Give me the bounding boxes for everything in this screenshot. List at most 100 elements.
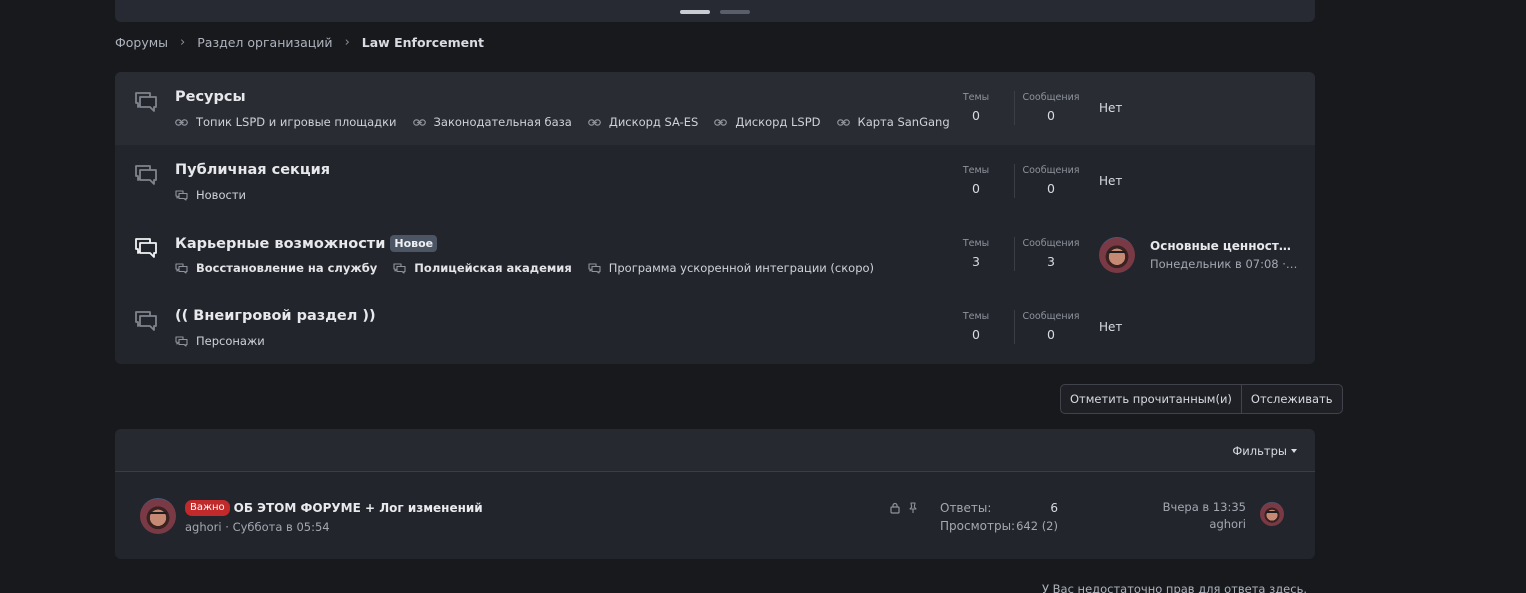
forum-title-text[interactable]: Ресурсы [175,89,246,105]
thread-status-icons [890,502,926,514]
thread-last-user[interactable]: aghori [1209,517,1246,531]
link-icon [714,117,727,128]
subforum-links: Топик LSPD и игровые площадки Законодате… [175,115,966,129]
subforum-label[interactable]: Восстановление на службу [196,261,377,275]
breadcrumb-current[interactable]: Law Enforcement [362,35,484,50]
carousel-bar [115,0,1315,22]
forum-icon [133,90,159,114]
meta-separator: · [225,520,229,534]
thread-last-date[interactable]: Вчера в 13:35 [1163,500,1246,514]
stat-label: Темы [962,238,990,249]
thread-author[interactable]: aghori [185,520,222,534]
stat-threads: Темы 3 [941,238,1011,269]
stat-threads: Темы 0 [941,92,1011,123]
watch-button[interactable]: Отслеживать [1240,385,1342,413]
views-value: 642 (2) [1016,519,1058,533]
thread-list: Фильтры Важно ОБ ЭТОМ ФОРУМЕ + Лог измен… [115,429,1315,559]
forum-title-text[interactable]: Карьерные возможности [175,236,385,252]
subforum-icon [175,190,188,201]
subforum-icon [393,263,406,274]
subforum-links: Персонажи [175,334,281,348]
subforum-link[interactable]: Карта SanGang [837,115,950,129]
link-icon [837,117,850,128]
stat-threads: Темы 0 [941,311,1011,342]
avatar[interactable] [140,498,176,534]
last-post-meta[interactable]: Понедельник в 07:08 · aghori [1150,257,1298,271]
link-icon [175,117,188,128]
stat-value: 3 [972,254,980,269]
stat-label: Сообщения [1022,311,1080,322]
thread-replies: Ответы: 6 [940,501,1058,515]
views-label: Просмотры: [940,519,1016,533]
divider [1014,237,1015,271]
subforum-link[interactable]: Топик LSPD и игровые площадки [175,115,397,129]
chevron-right-icon: › [180,34,186,50]
last-post-title[interactable]: Основные ценности LSPD [1150,239,1298,253]
stat-value: 0 [1047,181,1055,196]
new-badge: Новое [390,235,438,252]
thread-date[interactable]: Суббота в 05:54 [233,520,330,534]
avatar[interactable] [1099,237,1135,273]
subforum-label[interactable]: Топик LSPD и игровые площадки [196,115,397,129]
breadcrumb: Форумы › Раздел организаций › Law Enforc… [115,34,484,50]
forum-title-text[interactable]: Публичная секция [175,162,330,178]
subforum-link[interactable]: Восстановление на службу [175,261,377,275]
stat-label: Сообщения [1022,165,1080,176]
subforum-label[interactable]: Персонажи [196,334,265,348]
breadcrumb-forums[interactable]: Форумы [115,35,168,50]
subforum-label[interactable]: Карта SanGang [858,115,950,129]
thread-title[interactable]: Важно ОБ ЭТОМ ФОРУМЕ + Лог изменений [185,500,483,516]
stat-label: Сообщения [1022,238,1080,249]
subforum-label[interactable]: Новости [196,188,246,202]
stat-value: 0 [972,108,980,123]
subforum-label[interactable]: Дискорд SA-ES [609,115,699,129]
forum-title[interactable]: Ресурсы [175,89,246,105]
stat-value: 3 [1047,254,1055,269]
avatar[interactable] [1260,502,1284,526]
link-icon [413,117,426,128]
subforum-link[interactable]: Персонажи [175,334,265,348]
last-post-none: Нет [1099,101,1123,115]
forum-icon [133,309,159,333]
mark-read-button[interactable]: Отметить прочитанным(и) [1061,385,1241,413]
subforum-links: Новости [175,188,262,202]
thread-meta: aghori · Суббота в 05:54 [185,520,330,534]
divider [1014,164,1015,198]
forum-icon [133,163,159,187]
thread-title-text[interactable]: ОБ ЭТОМ ФОРУМЕ + Лог изменений [234,501,483,515]
carousel-dot[interactable] [720,10,750,14]
subforum-links: Восстановление на службу Полицейская ака… [175,261,890,275]
replies-value: 6 [1050,501,1058,515]
subforum-link[interactable]: Дискорд SA-ES [588,115,699,129]
link-icon [588,117,601,128]
subforum-link[interactable]: Дискорд LSPD [714,115,821,129]
lock-icon [890,502,900,514]
subforum-label[interactable]: Дискорд LSPD [735,115,820,129]
chevron-right-icon: › [344,34,350,50]
forum-title[interactable]: Публичная секция [175,162,330,178]
subforum-link[interactable]: Программа ускоренной интеграции (скоро) [588,261,874,275]
stat-value: 0 [972,181,980,196]
subforum-label[interactable]: Законодательная база [434,115,572,129]
subforum-link[interactable]: Новости [175,188,246,202]
carousel-dot-active[interactable] [680,10,710,14]
filters-label[interactable]: Фильтры [1232,444,1287,458]
forum-title-text[interactable]: (( Внеигровой раздел )) [175,308,376,324]
subforum-link[interactable]: Законодательная база [413,115,572,129]
stat-messages: Сообщения 0 [1016,311,1086,342]
no-permission-notice: У Вас недостаточно прав для ответа здесь… [1041,582,1307,593]
stat-label: Темы [962,311,990,322]
forum-title[interactable]: Карьерные возможности Новое [175,235,438,252]
breadcrumb-organizations[interactable]: Раздел организаций [197,35,332,50]
last-post-none: Нет [1099,174,1123,188]
thread-views: Просмотры: 642 (2) [940,519,1058,533]
replies-label: Ответы: [940,501,992,515]
forum-icon-unread [133,236,159,260]
subforum-label[interactable]: Полицейская академия [414,261,571,275]
filters-dropdown[interactable]: Фильтры [1232,444,1297,458]
forum-title[interactable]: (( Внеигровой раздел )) [175,308,376,324]
subforum-link[interactable]: Полицейская академия [393,261,572,275]
stat-label: Темы [962,92,990,103]
forum-row-ooc: (( Внеигровой раздел )) Персонажи Темы 0 … [115,291,1315,364]
subforum-label[interactable]: Программа ускоренной интеграции (скоро) [609,261,874,275]
